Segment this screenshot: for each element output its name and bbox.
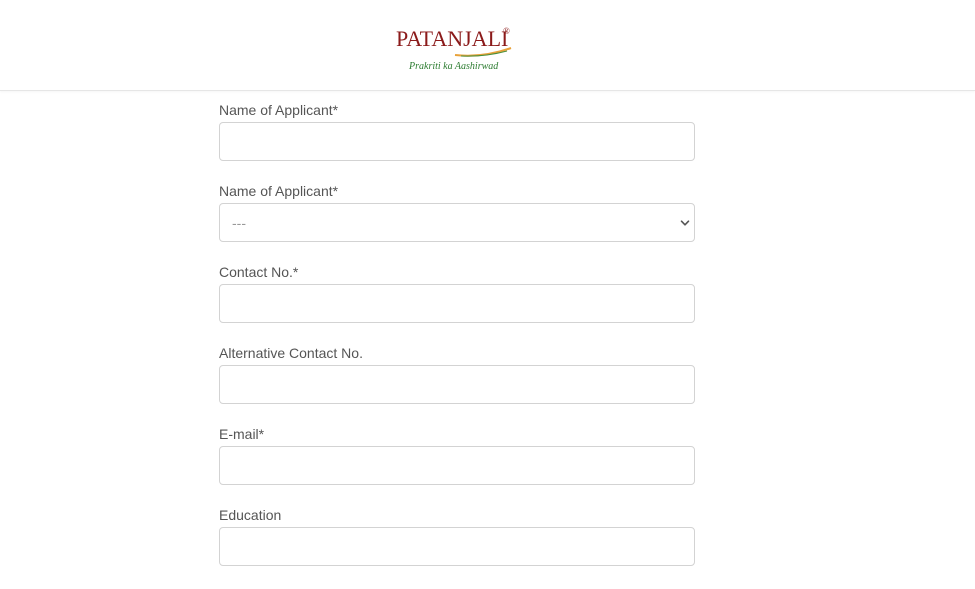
- field-label: E-mail*: [219, 426, 265, 442]
- field-name-of-applicant-select: Name of Applicant* ---: [219, 182, 695, 263]
- application-form: Name of Applicant* Name of Applicant* --…: [219, 101, 695, 587]
- name-of-applicant-input[interactable]: [219, 122, 695, 161]
- field-label: Alternative Contact No.: [219, 345, 363, 361]
- field-education: Education: [219, 506, 695, 587]
- name-of-applicant-select[interactable]: ---: [219, 203, 695, 242]
- patanjali-logo[interactable]: PATANJALI ® Prakriti ka Aashirwad: [393, 24, 518, 76]
- field-email: E-mail*: [219, 425, 695, 506]
- field-label: Contact No.*: [219, 264, 299, 280]
- field-label: Name of Applicant*: [219, 183, 339, 199]
- registered-mark: ®: [503, 26, 510, 36]
- education-input[interactable]: [219, 527, 695, 566]
- field-label: Name of Applicant*: [219, 102, 339, 118]
- alternative-contact-no-input[interactable]: [219, 365, 695, 404]
- field-contact-no: Contact No.*: [219, 263, 695, 344]
- field-alternative-contact-no: Alternative Contact No.: [219, 344, 695, 425]
- select-value: ---: [232, 214, 246, 231]
- chevron-down-icon: [680, 218, 690, 228]
- logo-swoosh-icon: [454, 47, 512, 57]
- email-input[interactable]: [219, 446, 695, 485]
- logo-tagline: Prakriti ka Aashirwad: [409, 61, 499, 72]
- contact-no-input[interactable]: [219, 284, 695, 323]
- field-label: Education: [219, 507, 282, 523]
- site-header: PATANJALI ® Prakriti ka Aashirwad: [0, 0, 975, 91]
- field-name-of-applicant: Name of Applicant*: [219, 101, 695, 182]
